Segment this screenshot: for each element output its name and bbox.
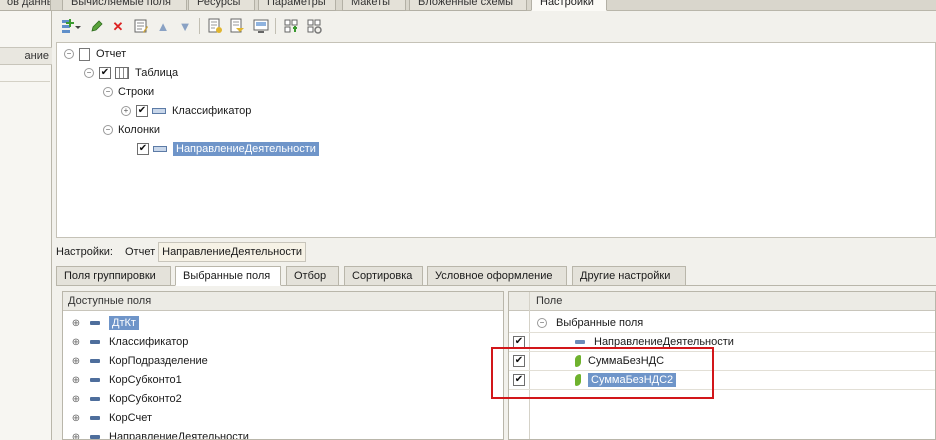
table-checkbox[interactable]: ✔ [99, 67, 111, 79]
field-icon [575, 340, 585, 344]
collapse-icon[interactable]: − [537, 318, 547, 328]
tab-group-fields[interactable]: Поля группировки [56, 266, 171, 286]
expand-icon[interactable]: + [121, 106, 131, 116]
add-dropdown-icon[interactable] [58, 17, 84, 35]
collapse-icon[interactable]: − [64, 49, 74, 59]
move-down-icon[interactable]: ▼ [176, 17, 194, 35]
expand-icon[interactable]: ⊕ [71, 375, 81, 386]
tree-label-columns: Колонки [118, 124, 160, 136]
list-item[interactable]: ⊕ КорСубконто2 [71, 390, 182, 408]
tab-selected-fields[interactable]: Выбранные поля [175, 266, 281, 286]
tab-conditional-format[interactable]: Условное оформление [427, 266, 567, 286]
expand-icon[interactable]: ⊕ [71, 432, 81, 440]
field-label: КорСчет [109, 412, 152, 424]
settings-breadcrumb: Настройки: Отчет НаправлениеДеятельности [56, 241, 307, 263]
left-panel: ание [0, 11, 52, 440]
expand-icon[interactable]: ⊕ [71, 337, 81, 348]
available-fields-header: Доступные поля [63, 292, 503, 311]
tree-label-classifier: Классификатор [172, 105, 252, 117]
collapse-icon[interactable]: − [103, 87, 113, 97]
move-up-icon[interactable]: ▲ [154, 17, 172, 35]
list-item[interactable]: − Выбранные поля [537, 314, 643, 332]
toolbar-separator [199, 18, 200, 34]
structure-tree: − Отчет − ✔ Таблица − Строки + ✔ Классиф… [56, 42, 936, 238]
structure-toolbar: ✕ ▲ ▼ [56, 14, 936, 42]
tree-node-columns[interactable]: − Колонки [103, 121, 160, 139]
settings-icon[interactable] [305, 17, 323, 35]
list-item[interactable]: ⊕ Классификатор [71, 333, 189, 351]
collapse-icon[interactable]: − [84, 68, 94, 78]
list-item[interactable]: ⊕ НаправлениеДеятельности [71, 428, 249, 440]
tree-node-rows[interactable]: − Строки [103, 83, 154, 101]
tree-label-rows: Строки [118, 86, 155, 98]
expand-icon[interactable]: ⊕ [71, 394, 81, 405]
field-label: НаправлениеДеятельности [109, 431, 249, 440]
expand-icon[interactable]: ⊕ [71, 318, 81, 329]
direction-checkbox[interactable]: ✔ [137, 143, 149, 155]
field-label: КорПодразделение [109, 355, 208, 367]
field-icon [90, 321, 100, 325]
table-icon [115, 67, 129, 79]
tree-node-classifier[interactable]: + ✔ Классификатор [121, 102, 251, 120]
delete-icon[interactable]: ✕ [109, 17, 127, 35]
field-label: КорСубконто2 [109, 393, 182, 405]
field-icon [153, 146, 167, 152]
list-item[interactable]: ⊕ КорСчет [71, 409, 152, 427]
edit-grid-icon[interactable] [132, 17, 150, 35]
tab-templates[interactable]: Макеты [342, 0, 406, 11]
field-icon [90, 397, 100, 401]
tab-sort[interactable]: Сортировка [344, 266, 423, 286]
tab-data-sets[interactable]: ов данных [0, 0, 51, 11]
toolbar-separator [275, 18, 276, 34]
tree-label-table: Таблица [135, 67, 179, 79]
tab-calculated-fields[interactable]: Вычисляемые поля [62, 0, 187, 11]
crumb-direction[interactable]: НаправлениеДеятельности [158, 242, 307, 262]
tab-nested-schemas[interactable]: Вложенные схемы [409, 0, 527, 11]
field-icon [152, 108, 166, 114]
settings-label: Настройки: [56, 246, 113, 258]
top-tab-strip: ов данных Вычисляемые поля Ресурсы Парам… [0, 0, 936, 11]
group-label: Выбранные поля [556, 317, 644, 329]
crumb-report[interactable]: Отчет [125, 246, 155, 258]
field-icon [90, 416, 100, 420]
list-item[interactable]: ⊕ КорСубконто1 [71, 371, 182, 389]
field-icon [90, 378, 100, 382]
tab-parameters[interactable]: Параметры [258, 0, 336, 11]
pencil-icon[interactable] [88, 17, 106, 35]
report-icon [79, 47, 90, 61]
field-icon [90, 340, 100, 344]
field-icon [90, 435, 100, 439]
doc-settings-3-icon[interactable] [252, 17, 270, 35]
selected-fields-header: Поле [509, 292, 935, 311]
tab-filter[interactable]: Отбор [286, 266, 339, 286]
list-item[interactable]: ⊕ ДтКт [71, 314, 139, 332]
doc-settings-icon[interactable] [206, 17, 224, 35]
tree-node-direction[interactable]: ✔ НаправлениеДеятельности [137, 140, 319, 158]
field-icon [90, 359, 100, 363]
collapse-icon[interactable]: − [103, 125, 113, 135]
doc-settings-2-icon[interactable] [228, 17, 246, 35]
available-fields-pane: Доступные поля ⊕ ДтКт ⊕ Классификатор ⊕ … [62, 291, 504, 440]
tab-settings[interactable]: Настройки [531, 0, 607, 11]
tab-resources[interactable]: Ресурсы [188, 0, 255, 11]
field-label: Классификатор [109, 336, 189, 348]
classifier-checkbox[interactable]: ✔ [136, 105, 148, 117]
expand-icon[interactable]: ⊕ [71, 413, 81, 424]
left-panel-header: ание [0, 47, 52, 65]
expand-icon[interactable]: ⊕ [71, 356, 81, 367]
add-group-icon[interactable] [282, 17, 300, 35]
tree-label-report: Отчет [96, 48, 127, 60]
settings-tabs: Поля группировки Выбранные поля Отбор Со… [56, 266, 936, 286]
highlight-box [491, 347, 714, 399]
field-label: КорСубконто1 [109, 374, 182, 386]
tree-label-direction: НаправлениеДеятельности [173, 142, 319, 156]
left-panel-divider [0, 81, 50, 82]
tree-node-report[interactable]: − Отчет [64, 45, 126, 63]
tab-other-settings[interactable]: Другие настройки [572, 266, 686, 286]
list-item[interactable]: ⊕ КорПодразделение [71, 352, 208, 370]
field-label: ДтКт [109, 316, 139, 330]
tree-node-table[interactable]: − ✔ Таблица [84, 64, 178, 82]
